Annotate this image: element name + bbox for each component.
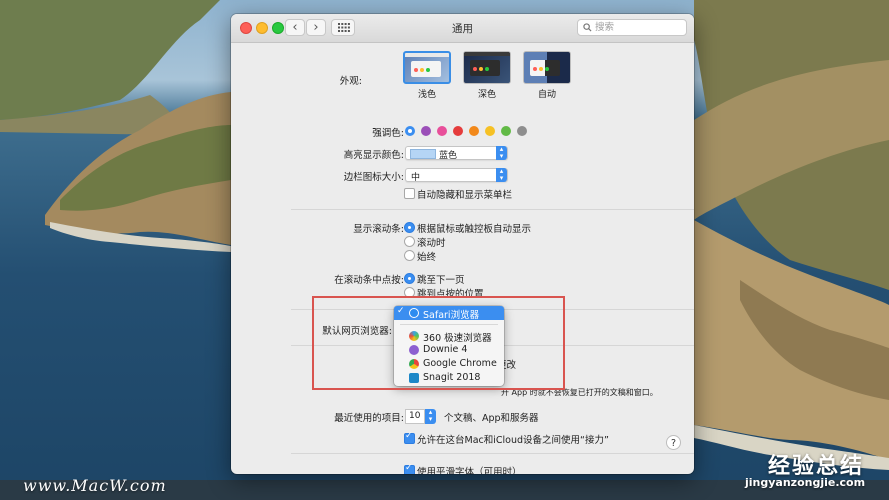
recent-items-suffix: 个文稿、App和服务器 — [444, 413, 539, 424]
recent-items-value: 10 — [405, 409, 425, 424]
appearance-label: 外观: — [339, 76, 362, 87]
appearance-dark-label: 深色 — [477, 90, 496, 100]
chevron-updown-icon: ▴ ▾ — [496, 168, 507, 182]
scrollbars-always-radio[interactable] — [404, 250, 415, 261]
accent-color-swatch[interactable] — [437, 126, 447, 136]
title-bar: ‹ › 通用 — [231, 14, 694, 43]
font-smoothing-label: 使用平滑字体（可用时） — [417, 467, 522, 474]
accent-color-swatch[interactable] — [453, 126, 463, 136]
accent-color-swatch[interactable] — [405, 126, 415, 136]
highlight-color-popup[interactable]: 蓝色 ▴ ▾ — [405, 146, 508, 161]
handoff-label: 允许在这台Mac和iCloud设备之间使用“接力” — [417, 435, 609, 446]
section-divider — [291, 209, 694, 210]
auto-hide-menubar-label: 自动隐藏和显示菜单栏 — [417, 190, 513, 201]
scrollbars-when-scrolling-radio[interactable] — [404, 236, 415, 247]
scrollbars-auto-radio[interactable] — [404, 222, 415, 233]
general-preferences-window: ‹ › 通用 外观: — [231, 14, 694, 474]
highlight-color-chip — [410, 149, 436, 159]
scroll-click-label: 在滚动条中点按: — [334, 275, 404, 286]
accent-color-label: 强调色: — [372, 128, 404, 139]
recent-items-label: 最近使用的项目: — [334, 413, 404, 424]
font-smoothing-checkbox[interactable] — [404, 463, 415, 474]
accent-color-swatch[interactable] — [485, 126, 495, 136]
accent-color-swatches — [405, 126, 535, 138]
chevron-updown-icon: ▴ ▾ — [425, 409, 436, 424]
watermark-macw: www.MacW.com — [23, 476, 167, 495]
watermark-jingyan-url: jingyanzongjie.com — [745, 476, 866, 489]
scrollbars-when-scrolling-label: 滚动时 — [417, 238, 446, 249]
accent-color-swatch[interactable] — [517, 126, 527, 136]
scroll-click-next-page-radio[interactable] — [404, 273, 415, 284]
scrollbars-always-label: 始终 — [417, 252, 437, 263]
search-input[interactable] — [595, 21, 683, 34]
accent-color-swatch[interactable] — [501, 126, 511, 136]
appearance-light-label: 浅色 — [417, 90, 436, 100]
chevron-updown-icon: ▴ ▾ — [496, 146, 507, 160]
handoff-checkbox[interactable] — [404, 431, 415, 444]
section-divider — [291, 453, 694, 454]
highlight-color-value: 蓝色 — [439, 151, 458, 161]
appearance-dark-option[interactable]: 深色 — [463, 51, 511, 100]
highlight-annotation-box — [312, 296, 565, 390]
highlight-color-label: 高亮显示颜色: — [343, 150, 404, 161]
sidebar-icon-size-value: 中 — [411, 173, 421, 183]
accent-color-swatch[interactable] — [469, 126, 479, 136]
preferences-content: 外观: 浅色 深色 自动 强调色: 高亮显示颜色: 蓝色 ▴ ▾ 边栏图标大小:… — [231, 43, 694, 474]
search-field[interactable] — [577, 19, 687, 36]
appearance-light-option[interactable]: 浅色 — [403, 51, 451, 100]
dark-theme-thumbnail — [463, 51, 511, 84]
appearance-auto-label: 自动 — [537, 90, 556, 100]
sidebar-icon-size-label: 边栏图标大小: — [343, 172, 404, 183]
light-theme-thumbnail — [403, 51, 451, 84]
scrollbars-auto-label: 根据鼠标或触控板自动显示 — [417, 224, 532, 235]
show-scrollbars-label: 显示滚动条: — [353, 224, 404, 235]
search-icon — [583, 23, 592, 32]
recent-items-popup[interactable]: 10 ▴ ▾ — [405, 409, 437, 424]
auto-theme-thumbnail — [523, 51, 571, 84]
accent-color-swatch[interactable] — [421, 126, 431, 136]
help-button[interactable]: ? — [666, 435, 681, 450]
sidebar-icon-size-popup[interactable]: 中 ▴ ▾ — [405, 168, 508, 183]
scroll-click-next-page-label: 跳至下一页 — [417, 275, 465, 286]
auto-hide-menubar-checkbox[interactable] — [404, 188, 415, 199]
appearance-auto-option[interactable]: 自动 — [523, 51, 571, 100]
